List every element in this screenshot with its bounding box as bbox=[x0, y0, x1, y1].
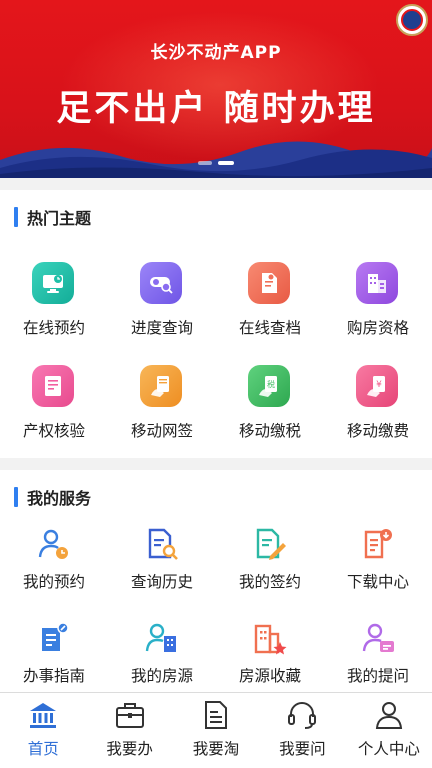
tab-label: 我要淘 bbox=[192, 740, 240, 758]
hot-item-online-archive[interactable]: 在线查档 bbox=[216, 250, 324, 350]
hot-topics-title: 热门主题 bbox=[27, 209, 92, 228]
hot-item-mobile-signing[interactable]: 移动网签 bbox=[108, 353, 216, 453]
service-label: 我的提问 bbox=[346, 667, 409, 685]
hot-item-mobile-tax[interactable]: 税 移动缴税 bbox=[216, 353, 324, 453]
my-services-section: 我的服务 我的预约 查询历史 我的签约 下载中心 办事指南 我的房源 房源收藏 … bbox=[0, 470, 432, 692]
hot-item-label: 产权核验 bbox=[22, 422, 85, 440]
toggle-search-icon bbox=[140, 262, 182, 304]
monitor-clock-icon bbox=[32, 262, 74, 304]
hot-item-label: 在线预约 bbox=[22, 319, 85, 337]
service-guide[interactable]: 办事指南 bbox=[0, 616, 108, 688]
guide-icon bbox=[42, 622, 69, 651]
hot-item-online-booking[interactable]: 在线预约 bbox=[0, 250, 108, 350]
screen: 长沙不动产APP 足不出户 随时办理 热门主题 在线预约 进度查询 在线查档 购… bbox=[0, 0, 432, 768]
hot-item-label: 移动缴税 bbox=[238, 422, 301, 440]
hot-item-label: 移动缴费 bbox=[346, 422, 409, 440]
tab-browse[interactable]: 我要淘 bbox=[173, 693, 259, 768]
service-query-history[interactable]: 查询历史 bbox=[108, 522, 216, 594]
document-edit-icon bbox=[256, 528, 286, 560]
service-download-center[interactable]: 下载中心 bbox=[324, 522, 432, 594]
service-label: 查询历史 bbox=[130, 573, 193, 591]
hot-item-label: 移动网签 bbox=[130, 422, 193, 440]
section-accent-bar bbox=[14, 487, 18, 507]
svg-text:¥: ¥ bbox=[376, 380, 382, 390]
service-label: 房源收藏 bbox=[238, 667, 301, 685]
tab-handle[interactable]: 我要办 bbox=[86, 693, 172, 768]
hand-pay-icon: ¥ bbox=[356, 365, 398, 407]
document-search-icon bbox=[248, 262, 290, 304]
my-services-title: 我的服务 bbox=[27, 489, 92, 508]
hot-item-mobile-fee[interactable]: ¥ 移动缴费 bbox=[324, 353, 432, 453]
service-label: 我的房源 bbox=[130, 667, 193, 685]
hand-sign-icon bbox=[140, 365, 182, 407]
section-title: 我的服务 bbox=[14, 486, 91, 508]
building-icon bbox=[356, 262, 398, 304]
service-my-questions[interactable]: 我的提问 bbox=[324, 616, 432, 688]
user-clock-icon bbox=[38, 529, 68, 559]
building-star-icon bbox=[254, 624, 287, 655]
service-my-booking[interactable]: 我的预约 bbox=[0, 522, 108, 594]
bottom-tab-bar: 首页 我要办 我要淘 我要问 个人中心 bbox=[0, 692, 432, 768]
tab-home[interactable]: 首页 bbox=[0, 693, 86, 768]
hot-topics-section: 热门主题 在线预约 进度查询 在线查档 购房资格 产权核验 移动网签 税 移动缴… bbox=[0, 190, 432, 458]
service-my-signing[interactable]: 我的签约 bbox=[216, 522, 324, 594]
service-label: 办事指南 bbox=[22, 667, 85, 685]
briefcase-icon bbox=[115, 703, 144, 728]
section-title: 热门主题 bbox=[14, 206, 91, 228]
svg-text:税: 税 bbox=[267, 379, 275, 389]
download-document-icon bbox=[364, 529, 392, 559]
hand-tax-icon: 税 bbox=[248, 365, 290, 407]
headset-icon bbox=[288, 702, 317, 729]
hot-item-title-verification[interactable]: 产权核验 bbox=[0, 353, 108, 453]
user-icon bbox=[375, 702, 402, 729]
tab-label: 我要办 bbox=[106, 740, 153, 758]
carousel-dot-active[interactable] bbox=[218, 161, 234, 165]
hot-item-purchase-qualification[interactable]: 购房资格 bbox=[324, 250, 432, 350]
app-name: 长沙不动产APP bbox=[150, 43, 282, 63]
user-question-icon bbox=[362, 623, 394, 652]
carousel-dot[interactable] bbox=[198, 161, 212, 165]
tab-label: 首页 bbox=[27, 740, 59, 758]
banner-carousel[interactable]: 长沙不动产APP 足不出户 随时办理 bbox=[0, 0, 432, 178]
service-label: 我的签约 bbox=[238, 573, 301, 591]
service-label: 下载中心 bbox=[346, 573, 409, 591]
tab-profile[interactable]: 个人中心 bbox=[346, 693, 432, 768]
bank-icon bbox=[30, 703, 57, 728]
service-favorite-properties[interactable]: 房源收藏 bbox=[216, 616, 324, 688]
hot-item-label: 进度查询 bbox=[130, 319, 193, 337]
service-label: 我的预约 bbox=[22, 573, 85, 591]
tab-ask[interactable]: 我要问 bbox=[259, 693, 345, 768]
carousel-indicator bbox=[0, 161, 432, 165]
hot-item-label: 购房资格 bbox=[346, 319, 409, 337]
hot-item-label: 在线查档 bbox=[238, 319, 301, 337]
document-icon bbox=[205, 701, 228, 729]
banner-slogan: 足不出户 随时办理 bbox=[56, 89, 376, 129]
user-building-icon bbox=[145, 623, 176, 652]
document-search-icon bbox=[148, 528, 178, 560]
tab-label: 个人中心 bbox=[357, 740, 420, 758]
certificate-icon bbox=[32, 365, 74, 407]
emblem-icon bbox=[396, 4, 428, 36]
hot-item-progress-query[interactable]: 进度查询 bbox=[108, 250, 216, 350]
tab-label: 我要问 bbox=[279, 740, 326, 758]
section-accent-bar bbox=[14, 207, 18, 227]
banner-waves bbox=[0, 141, 432, 178]
service-my-properties[interactable]: 我的房源 bbox=[108, 616, 216, 688]
